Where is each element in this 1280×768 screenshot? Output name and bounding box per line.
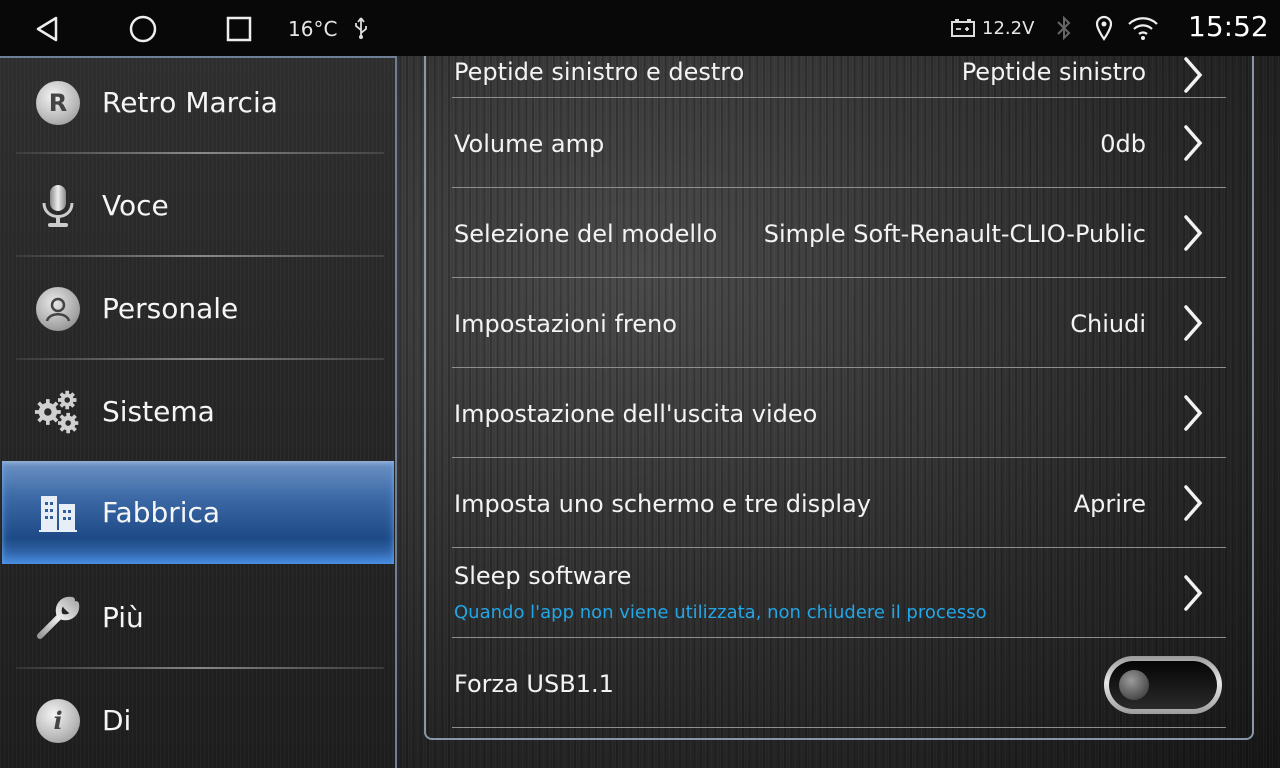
sidebar-item-label: Personale <box>102 292 239 325</box>
setting-row-volume-amp[interactable]: Volume amp 0db <box>452 98 1226 188</box>
sidebar-item-label: Di <box>102 704 132 737</box>
setting-subtitle: Quando l'app non viene utilizzata, non c… <box>454 602 987 623</box>
settings-panel: Peptide sinistro e destro Peptide sinist… <box>424 56 1254 740</box>
setting-value: Chiudi <box>1070 310 1146 338</box>
info-badge: i <box>36 698 80 743</box>
usb-icon <box>352 16 370 44</box>
setting-value: Aprire <box>1073 490 1146 518</box>
setting-row-force-usb11[interactable]: Forza USB1.1 <box>452 638 1226 728</box>
setting-row-sleep-software[interactable]: Sleep software Quando l'app non viene ut… <box>452 548 1226 638</box>
setting-label: Impostazioni freno <box>454 310 677 338</box>
wrench-icon <box>34 594 82 642</box>
setting-label: Forza USB1.1 <box>454 670 614 698</box>
sidebar-item-label: Retro Marcia <box>102 86 278 119</box>
sidebar-item-sistema[interactable]: Sistema <box>2 360 394 463</box>
toggle-knob <box>1119 670 1149 700</box>
setting-label: Sleep software <box>454 562 632 590</box>
reverse-r-icon: R <box>34 79 82 127</box>
setting-label: Impostazione dell'uscita video <box>454 400 818 428</box>
sidebar-item-label: Sistema <box>102 395 215 428</box>
setting-label: Imposta uno schermo e tre display <box>454 490 871 518</box>
sidebar-item-label: Voce <box>102 189 169 222</box>
home-icon[interactable] <box>126 12 160 46</box>
chevron-right-icon <box>1184 57 1203 93</box>
setting-row-model-selection[interactable]: Selezione del modello Simple Soft-Renaul… <box>452 188 1226 278</box>
reverse-badge: R <box>36 80 80 125</box>
sidebar: R Retro Marcia Voce Personale Sistema Fa… <box>0 56 397 768</box>
clock: 15:52 <box>1188 10 1269 43</box>
setting-value: Simple Soft-Renault-CLIO-Public <box>763 220 1146 248</box>
temperature-text: 16°C <box>288 17 338 41</box>
toggle-track <box>1109 661 1217 709</box>
sidebar-item-retro-marcia[interactable]: R Retro Marcia <box>2 51 394 154</box>
chevron-right-icon <box>1184 215 1203 251</box>
force-usb-toggle[interactable] <box>1104 656 1222 714</box>
voltage-text: 12.2V <box>982 18 1035 39</box>
person-icon <box>34 285 82 333</box>
sidebar-item-personale[interactable]: Personale <box>2 257 394 360</box>
recents-icon[interactable] <box>222 12 256 46</box>
setting-row-brake[interactable]: Impostazioni freno Chiudi <box>452 278 1226 368</box>
setting-label: Volume amp <box>454 130 605 158</box>
chevron-right-icon <box>1184 575 1203 611</box>
back-icon[interactable] <box>30 12 64 46</box>
setting-row-video-output[interactable]: Impostazione dell'uscita video <box>452 368 1226 458</box>
chevron-right-icon <box>1184 125 1203 161</box>
bluetooth-icon <box>1055 15 1073 45</box>
gears-icon <box>34 388 82 436</box>
setting-row-one-screen-three-displays[interactable]: Imposta uno schermo e tre display Aprire <box>452 458 1226 548</box>
sidebar-item-voce[interactable]: Voce <box>2 154 394 257</box>
location-icon <box>1094 15 1114 45</box>
factory-icon <box>34 489 82 537</box>
chevron-right-icon <box>1184 395 1203 431</box>
setting-value: 0db <box>1100 130 1146 158</box>
info-icon: i <box>34 697 82 745</box>
sidebar-item-label: Fabbrica <box>102 496 221 529</box>
sidebar-item-fabbrica[interactable]: Fabbrica <box>2 461 394 564</box>
wifi-icon <box>1126 14 1160 46</box>
status-bar: 16°C 12.2V 15:52 <box>0 0 1280 56</box>
setting-row-peptide[interactable]: Peptide sinistro e destro Peptide sinist… <box>452 56 1226 98</box>
sidebar-item-di[interactable]: i Di <box>2 669 394 768</box>
chevron-right-icon <box>1184 305 1203 341</box>
setting-value: Peptide sinistro <box>961 58 1146 86</box>
sidebar-item-label: Più <box>102 601 144 634</box>
chevron-right-icon <box>1184 485 1203 521</box>
microphone-icon <box>34 182 82 230</box>
setting-label: Selezione del modello <box>454 220 718 248</box>
battery-icon <box>950 17 976 43</box>
setting-label: Peptide sinistro e destro <box>454 58 745 86</box>
sidebar-item-piu[interactable]: Più <box>2 566 394 669</box>
